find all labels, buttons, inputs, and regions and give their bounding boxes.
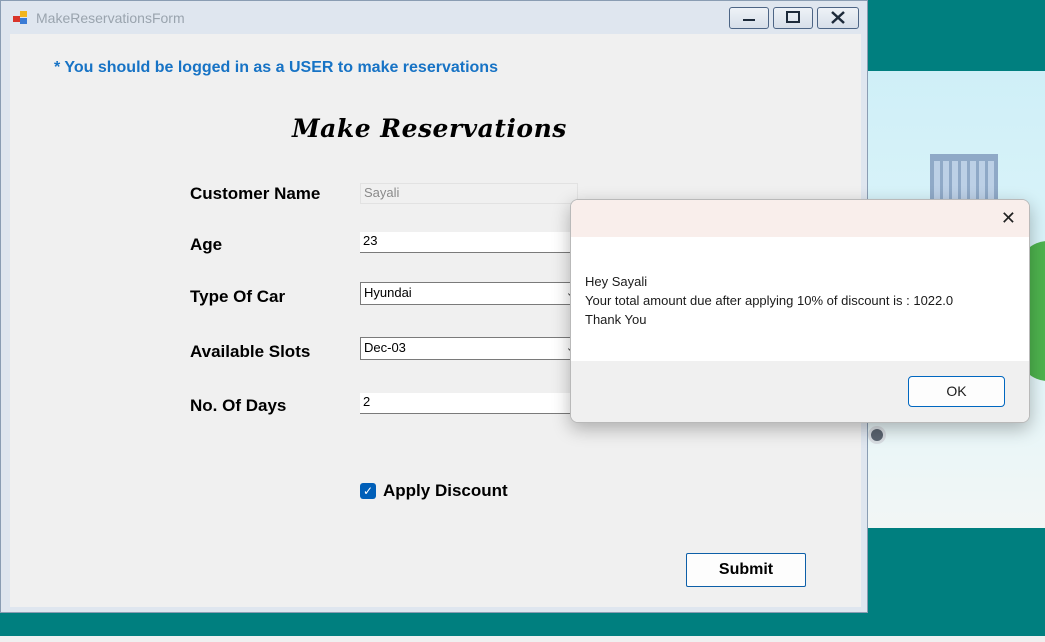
- window-title: MakeReservationsForm: [36, 10, 185, 26]
- close-window-icon: [831, 11, 845, 24]
- close-icon[interactable]: ✕: [1001, 208, 1016, 229]
- available-slots-select[interactable]: Dec-03 ⌄: [360, 337, 578, 360]
- type-of-car-select[interactable]: Hyundai ⌄: [360, 282, 578, 305]
- dialog-title-bar[interactable]: ✕: [571, 200, 1029, 237]
- building-windows: [934, 161, 994, 201]
- title-bar[interactable]: MakeReservationsForm: [1, 1, 867, 35]
- maximize-button[interactable]: [773, 7, 813, 29]
- available-slots-label: Available Slots: [190, 342, 311, 361]
- available-slots-value: Dec-03: [364, 340, 406, 355]
- age-field[interactable]: 23: [360, 232, 578, 253]
- dialog-message: Hey Sayali Your total amount due after a…: [585, 272, 953, 329]
- car-wheel-illustration: [868, 426, 886, 444]
- message-box-dialog: ✕ Hey Sayali Your total amount due after…: [570, 199, 1030, 423]
- form-app-icon: [13, 11, 29, 25]
- minimize-button[interactable]: [729, 7, 769, 29]
- taskbar-edge: [0, 636, 1045, 642]
- age-label: Age: [190, 235, 223, 254]
- type-of-car-value: Hyundai: [364, 285, 412, 300]
- dialog-greeting: Hey Sayali: [585, 274, 648, 289]
- no-of-days-label: No. Of Days: [190, 396, 287, 415]
- type-of-car-label: Type Of Car: [190, 287, 286, 306]
- no-of-days-field[interactable]: 2: [360, 393, 578, 414]
- dialog-thanks: Thank You: [585, 312, 647, 327]
- ok-button[interactable]: OK: [908, 376, 1005, 407]
- checkmark-icon: ✓: [362, 484, 374, 498]
- restore-icon: [786, 11, 800, 23]
- customer-name-field[interactable]: Sayali: [360, 183, 578, 204]
- close-window-button[interactable]: [817, 7, 859, 29]
- login-notice: * You should be logged in as a USER to m…: [54, 59, 498, 76]
- submit-button[interactable]: Submit: [686, 553, 806, 587]
- customer-name-label: Customer Name: [190, 184, 321, 203]
- apply-discount-label[interactable]: Apply Discount: [383, 481, 508, 501]
- minimize-icon: [743, 19, 755, 21]
- form-heading: Make Reservations: [292, 114, 567, 143]
- dialog-amount-text: Your total amount due after applying 10%…: [585, 293, 954, 308]
- apply-discount-checkbox[interactable]: ✓: [360, 483, 376, 499]
